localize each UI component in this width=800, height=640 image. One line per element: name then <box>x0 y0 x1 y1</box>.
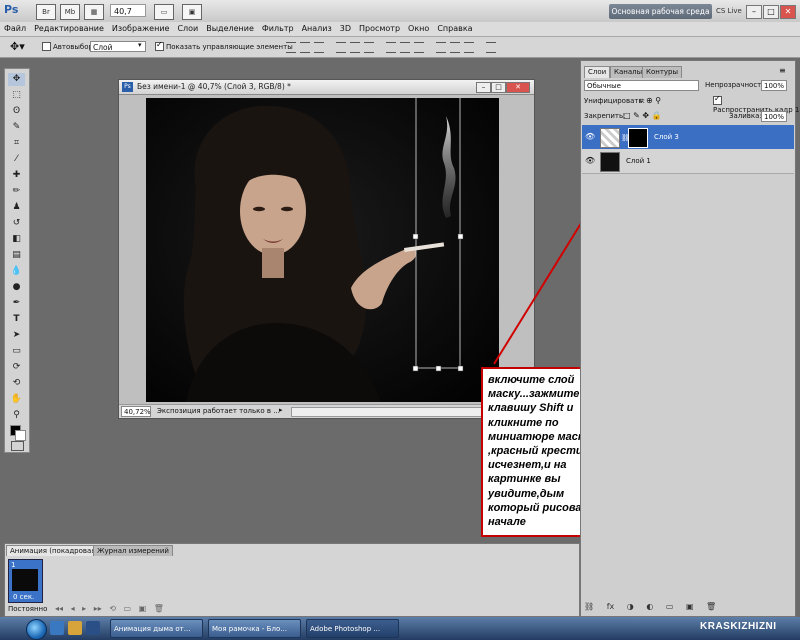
tab-animation[interactable]: Анимация (покадровая) <box>6 545 103 556</box>
tab-channels[interactable]: Каналы <box>610 66 647 78</box>
animation-frame[interactable]: 1 0 сек. <box>8 559 43 603</box>
layer-name[interactable]: Слой 3 <box>654 132 679 143</box>
playback-controls[interactable]: ◂◂ ◂ ▸ ▸▸ ⟲ ▭ ▣ 🗑 <box>55 604 164 613</box>
explorer-icon[interactable] <box>68 621 82 635</box>
layer-name[interactable]: Слой 1 <box>626 156 651 167</box>
opacity-field[interactable]: 100% <box>761 80 787 91</box>
layer-row-1[interactable]: 👁 Слой 1 <box>582 149 794 174</box>
eye-icon[interactable]: 👁 <box>585 132 595 142</box>
taskbar-item-blog[interactable]: Моя рамочка - Бло... <box>208 619 301 638</box>
taskbar-item-photoshop[interactable]: Adobe Photoshop ... <box>306 619 399 638</box>
panel-menu-icon[interactable]: ≡ <box>779 66 786 75</box>
taskbar-item-animation[interactable]: Анимация дыма от... <box>110 619 203 638</box>
layer-row-3[interactable]: 👁 ⛓ Слой 3 <box>582 125 794 149</box>
taskbar: Анимация дыма от... Моя рамочка - Бло...… <box>0 617 800 640</box>
frame-delay[interactable]: 0 сек. <box>13 592 34 603</box>
watermark: KRASKIZHIZNI <box>700 621 777 632</box>
propagate-checkbox[interactable] <box>713 94 722 105</box>
start-button-icon[interactable] <box>26 619 47 640</box>
fill-label: Заливка: <box>729 112 762 120</box>
blend-mode-select[interactable]: Обычные <box>584 80 699 91</box>
layers-panel-footer-icons[interactable]: ⛓ fx ◑ ◐ ▭ ▣ 🗑 <box>584 601 792 613</box>
layer-mask-thumbnail[interactable] <box>628 128 648 148</box>
fill-field[interactable]: 100% <box>761 111 787 122</box>
loop-select[interactable]: Постоянно <box>8 604 47 615</box>
layer-thumbnail[interactable] <box>600 152 620 172</box>
lock-label: Закрепить: <box>584 112 626 120</box>
frame-thumbnail <box>12 569 38 591</box>
media-icon[interactable] <box>86 621 100 635</box>
layers-panel: Слои Каналы Контуры ≡ Обычные Непрозрачн… <box>580 60 799 617</box>
opacity-label: Непрозрачность: <box>705 81 768 89</box>
layer-thumbnail[interactable] <box>600 128 620 148</box>
animation-panel: Анимация (покадровая) Журнал измерений 1… <box>4 543 580 617</box>
unify-icons[interactable]: ⌗ ⊕ ⚲ <box>639 96 661 106</box>
tab-measurement-log[interactable]: Журнал измерений <box>93 545 173 556</box>
tab-paths[interactable]: Контуры <box>642 66 683 78</box>
ie-icon[interactable] <box>50 621 64 635</box>
eye-icon[interactable]: 👁 <box>585 156 595 166</box>
tab-layers[interactable]: Слои <box>584 66 611 78</box>
unify-label: Унифицировать: <box>584 97 645 105</box>
lock-icons[interactable]: □ ✎ ✥ 🔒 <box>623 111 662 120</box>
